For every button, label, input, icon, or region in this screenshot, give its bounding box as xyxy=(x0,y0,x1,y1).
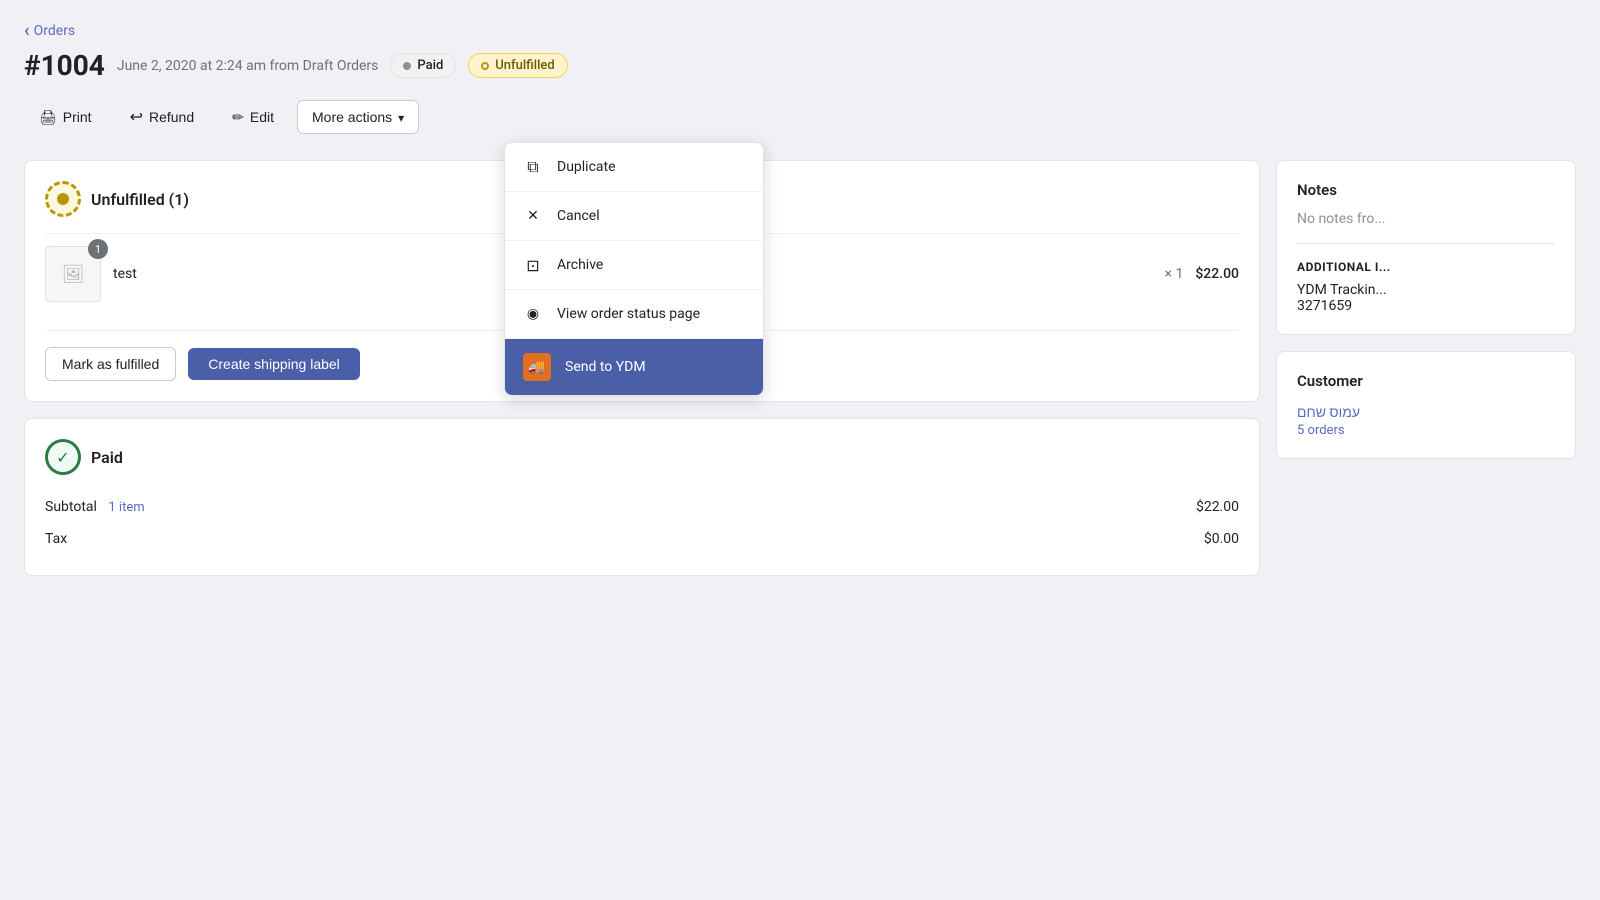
customer-title: Customer xyxy=(1297,372,1555,390)
paid-card: Paid Subtotal 1 item $22.00 Tax $0.00 xyxy=(24,418,1260,576)
unfulfilled-dot-inner xyxy=(57,193,69,205)
edit-icon xyxy=(232,109,244,126)
subtotal-sub: 1 item xyxy=(108,500,144,515)
customer-name-link[interactable]: עמוס שחם xyxy=(1297,405,1360,421)
refund-button[interactable]: Refund xyxy=(115,98,210,136)
unfulfilled-status-icon xyxy=(45,181,81,217)
ydm-icon: 🚚 xyxy=(523,353,551,381)
more-actions-dropdown: Duplicate Cancel Archive View order stat… xyxy=(504,142,764,396)
print-icon xyxy=(39,109,57,126)
paid-badge: Paid xyxy=(390,53,456,78)
paid-card-header: Paid xyxy=(45,439,1239,475)
right-column: Notes No notes fro... ADDITIONAL I... YD… xyxy=(1276,160,1576,576)
chevron-down-icon xyxy=(398,109,404,125)
page-header: #1004 June 2, 2020 at 2:24 am from Draft… xyxy=(24,49,1576,82)
product-multiplier: × 1 xyxy=(1165,266,1184,282)
product-quantity-badge: 1 xyxy=(88,239,108,259)
unfulfilled-dot xyxy=(481,62,489,70)
back-icon xyxy=(24,20,30,41)
checkmark-icon xyxy=(56,448,69,467)
more-actions-button[interactable]: More actions xyxy=(297,100,419,134)
tax-row: Tax $0.00 xyxy=(45,523,1239,555)
notes-card: Notes No notes fro... ADDITIONAL I... YD… xyxy=(1276,160,1576,335)
unfulfilled-title: Unfulfilled (1) xyxy=(91,190,189,209)
tracking-value: 3271659 xyxy=(1297,298,1555,314)
cancel-icon xyxy=(523,206,543,226)
product-image-icon xyxy=(62,264,85,285)
notes-empty-text: No notes fro... xyxy=(1297,211,1555,227)
additional-title: ADDITIONAL I... xyxy=(1297,260,1555,274)
edit-button[interactable]: Edit xyxy=(217,100,289,135)
product-thumbnail: 1 xyxy=(45,246,101,302)
paid-dot xyxy=(403,62,411,70)
unfulfilled-badge: Unfulfilled xyxy=(468,53,567,78)
dropdown-item-duplicate[interactable]: Duplicate xyxy=(505,143,763,192)
cancel-label: Cancel xyxy=(557,208,600,224)
main-content: Unfulfilled (1) 1 test × 1 $22.00 Mark a… xyxy=(24,160,1576,576)
archive-icon xyxy=(523,255,543,275)
paid-status-icon xyxy=(45,439,81,475)
create-shipping-button[interactable]: Create shipping label xyxy=(188,348,360,380)
view-status-label: View order status page xyxy=(557,306,700,322)
duplicate-label: Duplicate xyxy=(557,159,616,175)
back-nav[interactable]: Orders xyxy=(24,20,75,41)
additional-section: ADDITIONAL I... YDM Trackin... 3271659 xyxy=(1297,243,1555,314)
subtotal-label-group: Subtotal 1 item xyxy=(45,499,145,515)
paid-label: Paid xyxy=(417,58,443,73)
dropdown-item-view-status[interactable]: View order status page xyxy=(505,290,763,339)
product-price-area: × 1 $22.00 xyxy=(1165,266,1240,282)
tracking-label: YDM Trackin... xyxy=(1297,282,1555,298)
back-label: Orders xyxy=(34,23,76,39)
subtotal-value: $22.00 xyxy=(1196,499,1239,515)
mark-fulfilled-button[interactable]: Mark as fulfilled xyxy=(45,347,176,381)
edit-label: Edit xyxy=(250,109,274,125)
tax-label: Tax xyxy=(45,531,67,547)
duplicate-icon xyxy=(523,157,543,177)
print-button[interactable]: Print xyxy=(24,100,107,135)
unfulfilled-label: Unfulfilled xyxy=(495,58,554,73)
product-price: $22.00 xyxy=(1195,266,1239,282)
dropdown-item-archive[interactable]: Archive xyxy=(505,241,763,290)
order-meta: June 2, 2020 at 2:24 am from Draft Order… xyxy=(117,58,379,74)
tax-value: $0.00 xyxy=(1204,531,1239,547)
dropdown-item-send-ydm[interactable]: 🚚 Send to YDM xyxy=(505,339,763,395)
subtotal-row: Subtotal 1 item $22.00 xyxy=(45,491,1239,523)
send-ydm-label: Send to YDM xyxy=(565,359,646,375)
customer-card: Customer עמוס שחם 5 orders xyxy=(1276,351,1576,459)
archive-label: Archive xyxy=(557,257,603,273)
more-actions-label: More actions xyxy=(312,109,392,125)
subtotal-label: Subtotal xyxy=(45,499,97,515)
customer-orders: 5 orders xyxy=(1297,423,1555,438)
toolbar: Print Refund Edit More actions Duplicate… xyxy=(24,98,1576,136)
dropdown-item-cancel[interactable]: Cancel xyxy=(505,192,763,241)
refund-label: Refund xyxy=(149,109,194,125)
refund-icon xyxy=(130,107,143,127)
paid-title: Paid xyxy=(91,448,123,467)
order-number: #1004 xyxy=(24,49,105,82)
notes-title: Notes xyxy=(1297,181,1555,199)
view-status-icon xyxy=(523,304,543,324)
print-label: Print xyxy=(63,109,92,125)
